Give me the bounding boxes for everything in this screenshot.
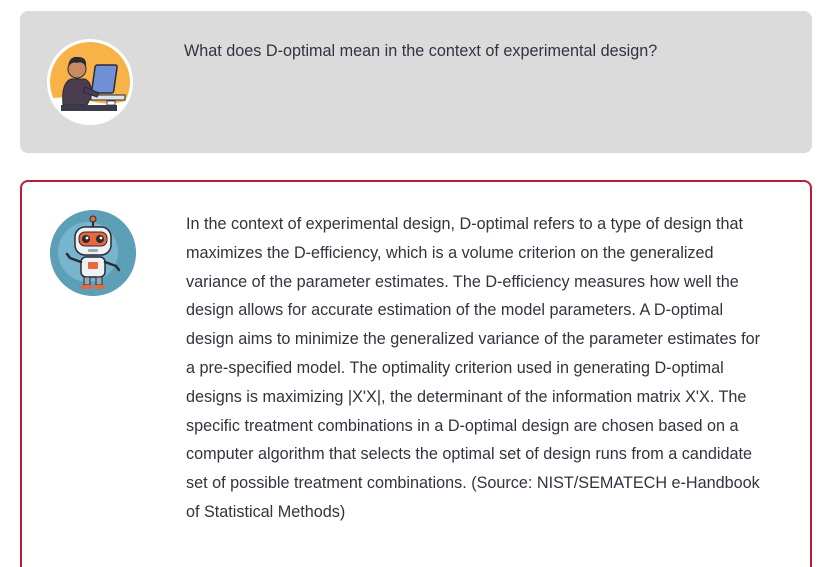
user-message-text: What does D-optimal mean in the context … <box>184 42 658 60</box>
person-at-laptop-icon <box>47 39 133 125</box>
user-message: What does D-optimal mean in the context … <box>20 11 812 153</box>
robot-icon <box>50 210 136 296</box>
assistant-message-text: In the context of experimental design, D… <box>186 215 761 521</box>
chat-container: What does D-optimal mean in the context … <box>0 0 819 567</box>
assistant-message: In the context of experimental design, D… <box>20 180 812 567</box>
assistant-avatar <box>50 210 136 296</box>
user-avatar <box>47 39 133 125</box>
